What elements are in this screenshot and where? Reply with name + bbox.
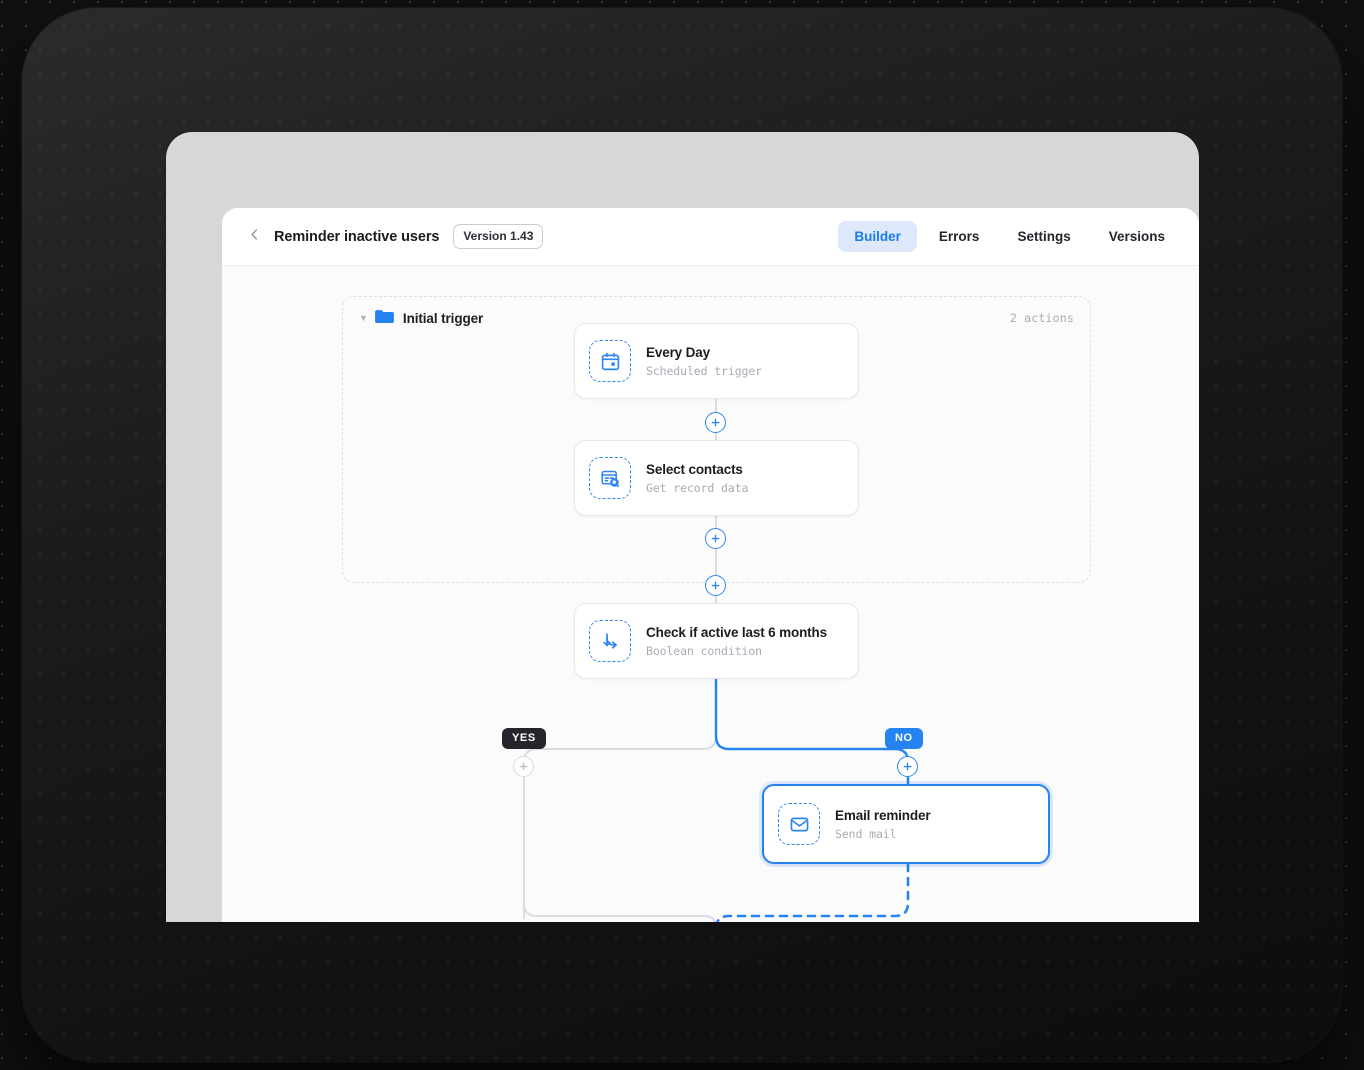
app-window: Reminder inactive users Version 1.43 Bui… <box>222 208 1199 922</box>
page-title: Reminder inactive users <box>274 228 440 245</box>
node-subtitle: Send mail <box>835 826 897 841</box>
node-card-every-day[interactable]: Every Day Scheduled trigger <box>574 323 859 399</box>
node-subtitle: Boolean condition <box>646 643 763 658</box>
node-text: Check if active last 6 months Boolean co… <box>646 625 827 658</box>
header-tabs: Builder Errors Settings Versions <box>838 221 1181 252</box>
add-step-button-yes-branch[interactable] <box>513 756 534 777</box>
node-card-check-active[interactable]: Check if active last 6 months Boolean co… <box>574 603 859 679</box>
add-step-button-2[interactable] <box>705 528 726 549</box>
node-card-select-contacts[interactable]: Select contacts Get record data <box>574 440 859 516</box>
branch-badge-yes[interactable]: YES <box>502 728 546 749</box>
tab-builder[interactable]: Builder <box>838 221 917 252</box>
node-text: Select contacts Get record data <box>646 462 748 495</box>
trigger-group-actions-count: 2 actions <box>1009 311 1074 325</box>
back-button[interactable] <box>242 225 266 249</box>
node-title: Every Day <box>646 344 710 360</box>
node-subtitle: Get record data <box>646 480 749 495</box>
plus-icon <box>902 761 913 772</box>
plus-icon <box>518 761 529 772</box>
node-subtitle: Scheduled trigger <box>646 363 763 378</box>
node-card-email-reminder[interactable]: Email reminder Send mail <box>762 784 1050 864</box>
node-title: Email reminder <box>835 807 931 823</box>
plus-icon <box>710 580 721 591</box>
node-title: Select contacts <box>646 461 743 477</box>
tab-errors[interactable]: Errors <box>923 221 996 252</box>
node-text: Email reminder Send mail <box>835 807 931 841</box>
node-title: Check if active last 6 months <box>646 624 827 640</box>
chevron-left-icon <box>247 227 262 247</box>
tab-settings[interactable]: Settings <box>1001 221 1086 252</box>
branch-badge-no[interactable]: NO <box>885 728 923 749</box>
calendar-icon <box>589 340 631 382</box>
chevron-down-icon[interactable]: ▼ <box>359 313 368 323</box>
trigger-group-title: Initial trigger <box>402 310 484 326</box>
plus-icon <box>710 417 721 428</box>
add-step-button-1[interactable] <box>705 412 726 433</box>
backdrop: Reminder inactive users Version 1.43 Bui… <box>0 0 1364 1070</box>
app-header: Reminder inactive users Version 1.43 Bui… <box>222 208 1199 266</box>
add-step-button-3[interactable] <box>705 575 726 596</box>
tab-versions[interactable]: Versions <box>1093 221 1181 252</box>
add-step-button-no-branch[interactable] <box>897 756 918 777</box>
plus-icon <box>710 533 721 544</box>
screen-panel: Reminder inactive users Version 1.43 Bui… <box>166 132 1199 922</box>
envelope-icon <box>778 803 820 845</box>
node-text: Every Day Scheduled trigger <box>646 345 762 378</box>
workflow-canvas[interactable]: ▼ Initial trigger 2 actions Every Day Sc… <box>222 266 1199 922</box>
version-badge[interactable]: Version 1.43 <box>453 224 544 249</box>
branch-arrow-icon <box>589 620 631 662</box>
record-search-icon <box>589 457 631 499</box>
folder-icon <box>375 308 394 329</box>
